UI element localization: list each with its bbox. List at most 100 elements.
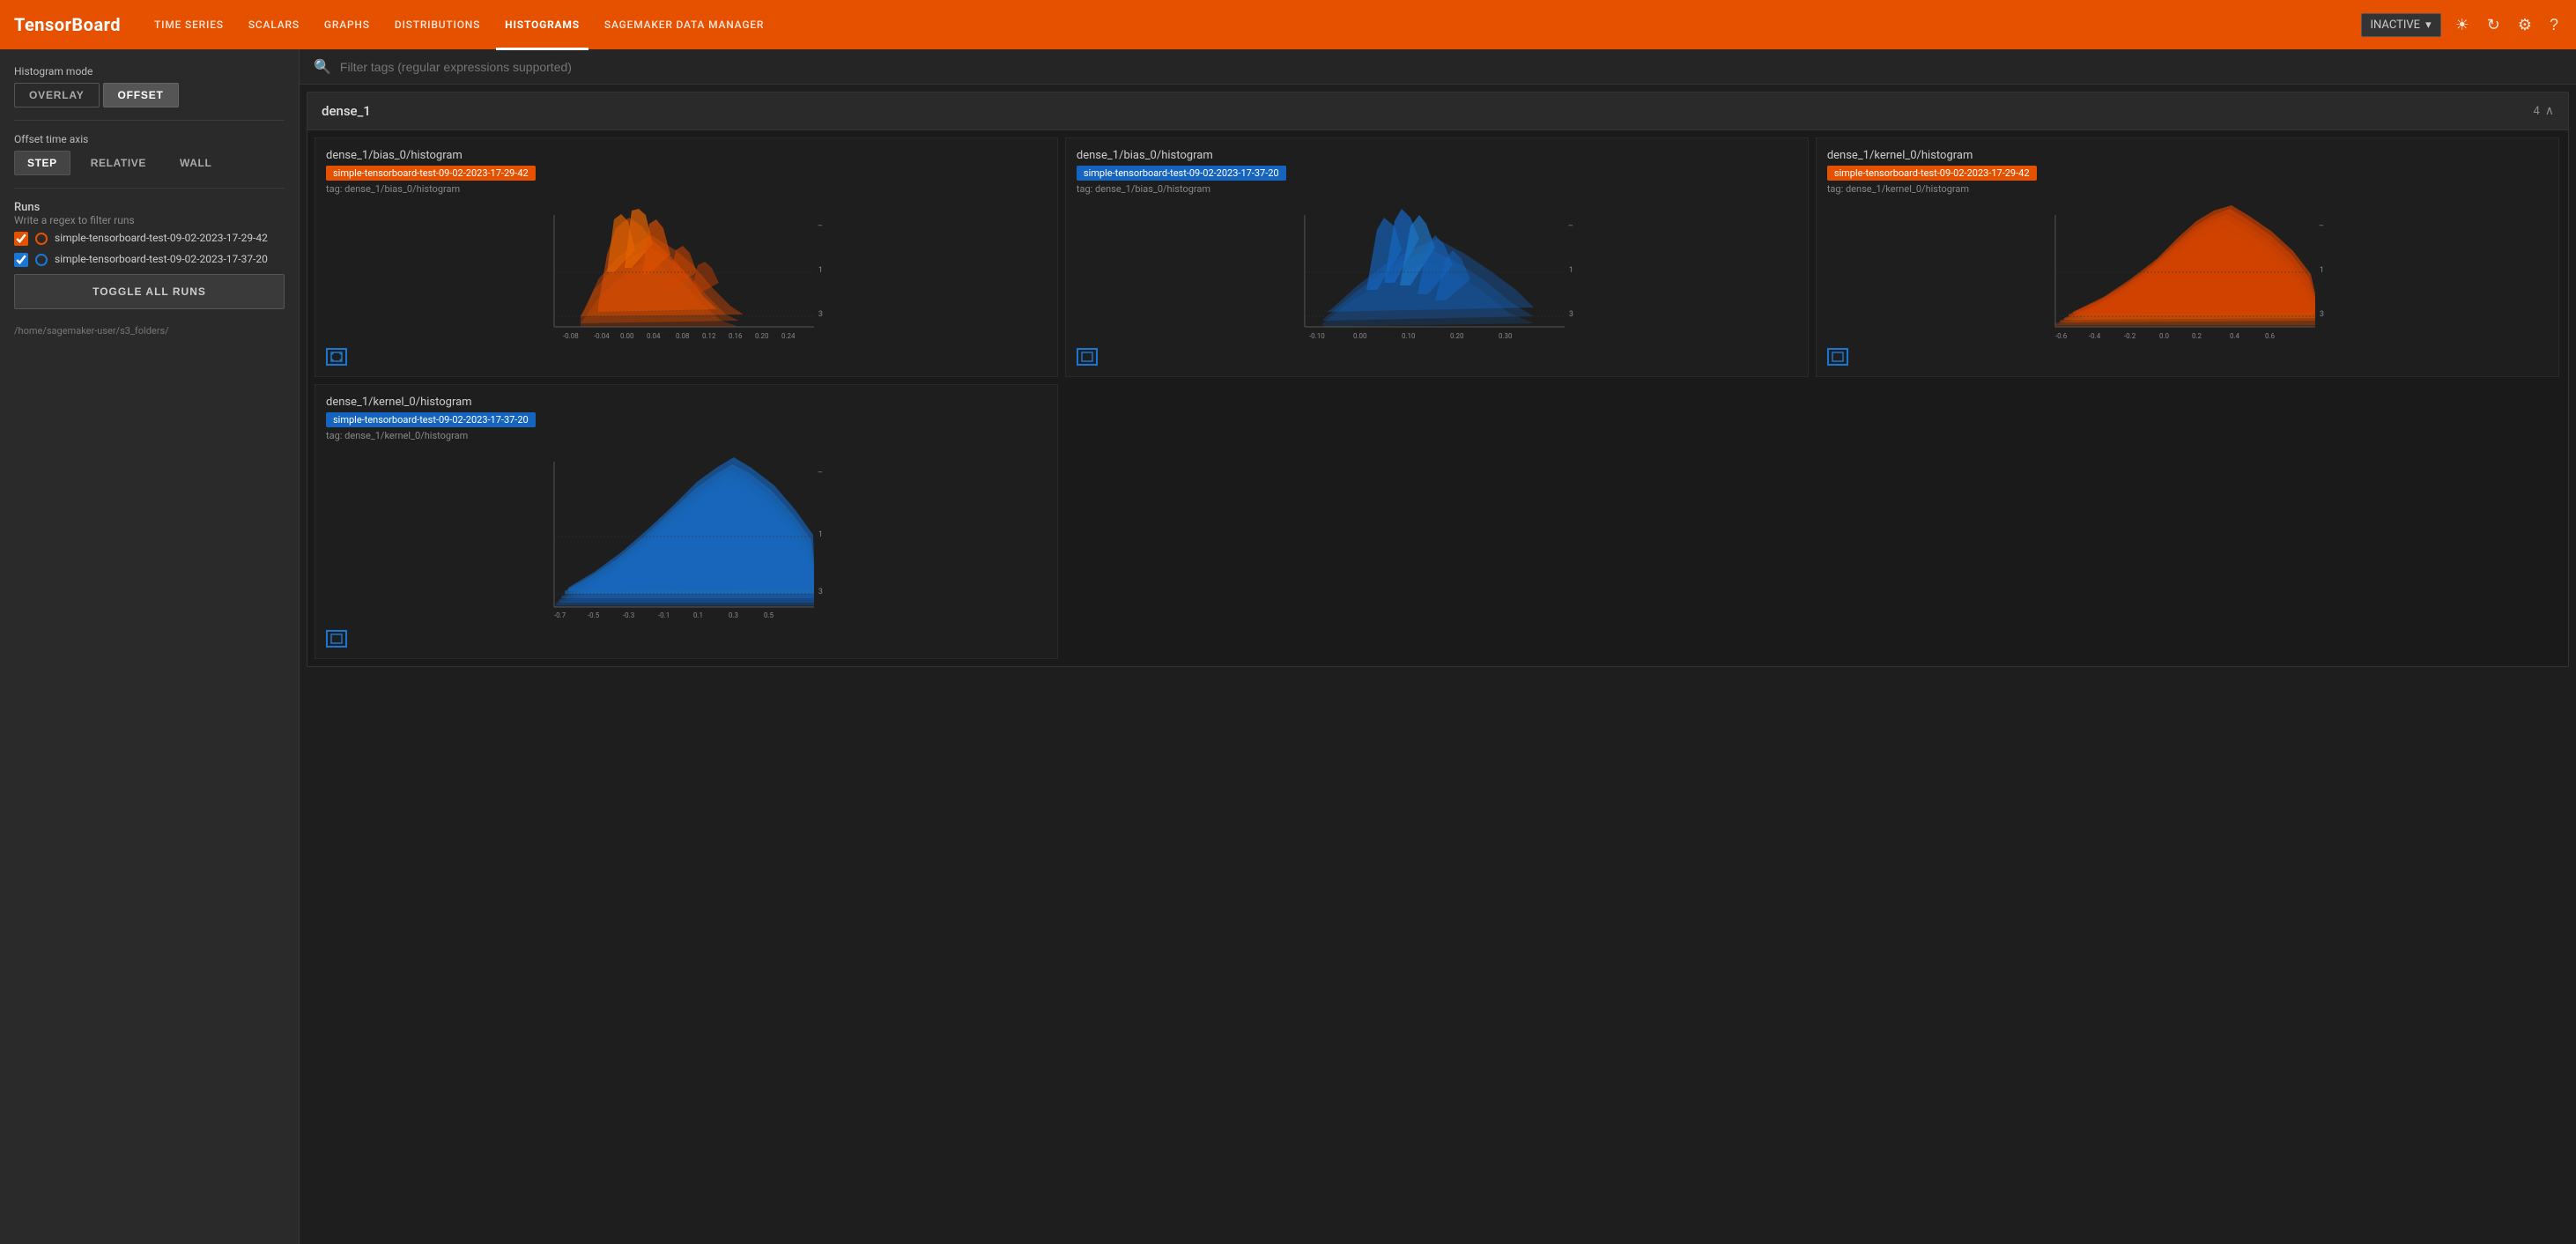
toggle-all-runs-button[interactable]: TOGGLE ALL RUNS: [14, 274, 285, 309]
app-body: Histogram mode OVERLAY OFFSET Offset tim…: [0, 49, 2576, 1244]
svg-text:0.20: 0.20: [1450, 332, 1464, 340]
svg-text:-0.7: -0.7: [554, 611, 566, 619]
relative-btn[interactable]: RELATIVE: [78, 151, 159, 175]
nav-scalars[interactable]: SCALARS: [240, 15, 308, 34]
run-1-checkbox[interactable]: [14, 232, 28, 246]
svg-text:0.08: 0.08: [676, 332, 690, 340]
svg-text:0.1: 0.1: [693, 611, 703, 619]
chart-tag-3: tag: dense_1/kernel_0/histogram: [1827, 183, 2548, 195]
offset-axis-section: Offset time axis STEP RELATIVE WALL: [14, 133, 285, 175]
histogram-mode-label: Histogram mode: [14, 65, 285, 78]
run-1-name: simple-tensorboard-test-09-02-2023-17-29…: [55, 232, 268, 246]
brightness-icon[interactable]: ☀: [2452, 12, 2473, 38]
regex-label: Write a regex to filter runs: [14, 214, 285, 226]
divider-1: [14, 120, 285, 121]
nav-right: INACTIVE ▾ ☀ ↻ ⚙ ?: [2361, 12, 2563, 38]
svg-text:0.12: 0.12: [702, 332, 716, 340]
nav-time-series[interactable]: TIME SERIES: [145, 15, 233, 34]
expand-icon-3: [1832, 352, 1844, 362]
svg-text:1: 1: [2320, 266, 2324, 275]
refresh-icon[interactable]: ↻: [2483, 12, 2504, 38]
svg-text:-0.2: -0.2: [2124, 332, 2136, 340]
section-title: dense_1: [322, 103, 371, 119]
svg-text:0.2: 0.2: [2192, 332, 2202, 340]
svg-text:-0.5: -0.5: [588, 611, 600, 619]
svg-text:1: 1: [1569, 266, 1573, 275]
divider-2: [14, 188, 285, 189]
histogram-svg-4: – 1 3 -0.7 -0.5 -0.3 -0.1 0.1 0.3 0.5: [326, 448, 1047, 625]
svg-text:-0.10: -0.10: [1309, 332, 1325, 340]
status-label: INACTIVE: [2371, 19, 2421, 32]
help-icon[interactable]: ?: [2546, 12, 2562, 38]
topnav: TensorBoard TIME SERIES SCALARS GRAPHS D…: [0, 0, 2576, 49]
run-badge-4: simple-tensorboard-test-09-02-2023-17-37…: [326, 412, 536, 427]
run-item-2: simple-tensorboard-test-09-02-2023-17-37…: [14, 253, 285, 267]
filter-input[interactable]: [340, 60, 2562, 74]
s3-path: /home/sagemaker-user/s3_folders/: [14, 325, 285, 337]
sidebar: Histogram mode OVERLAY OFFSET Offset tim…: [0, 49, 300, 1244]
chevron-down-icon: ▾: [2425, 19, 2432, 32]
nav-histograms[interactable]: HISTOGRAMS: [496, 15, 588, 34]
section-count: 4: [2533, 105, 2539, 118]
chart-area-4: – 1 3 -0.7 -0.5 -0.3 -0.1 0.1 0.3 0.5: [326, 448, 1047, 625]
offset-time-axis-label: Offset time axis: [14, 133, 285, 145]
step-btn[interactable]: STEP: [14, 151, 70, 175]
nav-graphs[interactable]: GRAPHS: [315, 15, 379, 34]
chart-tag-2: tag: dense_1/bias_0/histogram: [1077, 183, 1797, 195]
svg-text:0.00: 0.00: [620, 332, 634, 340]
settings-icon[interactable]: ⚙: [2514, 12, 2535, 38]
svg-text:0.0: 0.0: [2159, 332, 2170, 340]
svg-text:0.4: 0.4: [2230, 332, 2240, 340]
histogram-svg-2: – 1 3 -0.10 0.00 0.10 0.20 0.30: [1077, 202, 1797, 343]
chart-title-4: dense_1/kernel_0/histogram: [326, 396, 1047, 409]
svg-text:-0.08: -0.08: [563, 332, 579, 340]
nav-distributions[interactable]: DISTRIBUTIONS: [386, 15, 489, 34]
run-2-checkbox[interactable]: [14, 253, 28, 267]
mode-buttons: OVERLAY OFFSET: [14, 83, 285, 107]
chevron-up-icon[interactable]: ∧: [2545, 104, 2554, 118]
svg-text:-0.04: -0.04: [594, 332, 610, 340]
svg-text:0.6: 0.6: [2265, 332, 2276, 340]
expand-btn-2[interactable]: [1077, 348, 1098, 366]
run-2-dot: [35, 254, 48, 266]
chart-title-2: dense_1/bias_0/histogram: [1077, 149, 1797, 162]
svg-text:–: –: [2319, 222, 2324, 231]
wall-btn[interactable]: WALL: [167, 151, 225, 175]
svg-text:–: –: [818, 469, 823, 478]
nav-sagemaker[interactable]: SAGEMAKER DATA MANAGER: [596, 15, 773, 34]
expand-icon-2: [1081, 352, 1093, 362]
svg-text:-0.1: -0.1: [658, 611, 670, 619]
main-content: 🔍 dense_1 4 ∧ dense_1/bias_0/histogram s…: [300, 49, 2576, 1244]
dense1-section: dense_1 4 ∧ dense_1/bias_0/histogram sim…: [307, 92, 2569, 667]
svg-text:0.04: 0.04: [647, 332, 661, 340]
run-item-1: simple-tensorboard-test-09-02-2023-17-29…: [14, 232, 285, 246]
runs-label: Runs: [14, 201, 285, 214]
expand-icon-4: [330, 633, 343, 644]
status-dropdown[interactable]: INACTIVE ▾: [2361, 13, 2441, 37]
run-badge-3: simple-tensorboard-test-09-02-2023-17-29…: [1827, 166, 2037, 181]
brand-logo: TensorBoard: [14, 14, 121, 35]
svg-text:-0.3: -0.3: [623, 611, 634, 619]
chart-title-1: dense_1/bias_0/histogram: [326, 149, 1047, 162]
svg-text:0.3: 0.3: [729, 611, 738, 619]
expand-btn-1[interactable]: [326, 348, 347, 366]
histogram-mode-section: Histogram mode OVERLAY OFFSET: [14, 65, 285, 107]
svg-text:0.5: 0.5: [764, 611, 774, 619]
svg-text:-0.4: -0.4: [2089, 332, 2101, 340]
offset-btn[interactable]: OFFSET: [103, 83, 179, 107]
charts-container: dense_1 4 ∧ dense_1/bias_0/histogram sim…: [300, 85, 2576, 1244]
svg-text:0.16: 0.16: [729, 332, 743, 340]
svg-text:-0.6: -0.6: [2055, 332, 2068, 340]
overlay-btn[interactable]: OVERLAY: [14, 83, 100, 107]
axis-buttons: STEP RELATIVE WALL: [14, 151, 285, 175]
chart-area-2: – 1 3 -0.10 0.00 0.10 0.20 0.30: [1077, 202, 1797, 343]
expand-btn-3[interactable]: [1827, 348, 1848, 366]
histogram-svg-1: – 1 3 -0.08 -0.04 0.00 0.04 0.08 0.12 0: [326, 202, 1047, 343]
expand-btn-4[interactable]: [326, 630, 347, 648]
svg-text:3: 3: [2320, 310, 2324, 319]
svg-text:0.24: 0.24: [781, 332, 796, 340]
histogram-svg-3: – 1 3 -0.6 -0.4 -0.2 0.0 0.2 0.4 0.6: [1827, 202, 2548, 343]
svg-text:–: –: [818, 222, 823, 231]
svg-text:3: 3: [818, 310, 823, 319]
run-1-dot: [35, 233, 48, 245]
